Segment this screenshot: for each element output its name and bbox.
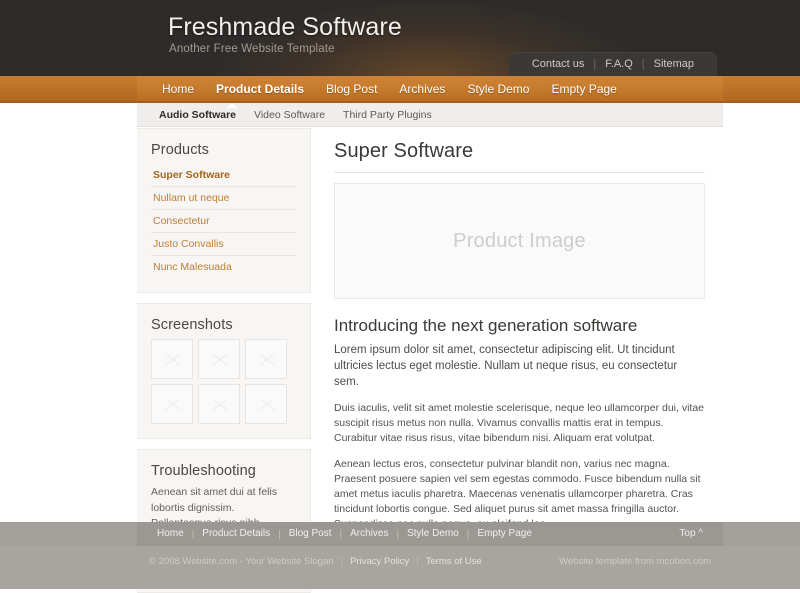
nav-item-home[interactable]: Home bbox=[151, 76, 205, 103]
active-nav-pointer-icon bbox=[226, 103, 238, 108]
footer-nav-archives[interactable]: Archives bbox=[342, 522, 396, 546]
screenshot-thumbnail[interactable] bbox=[245, 339, 287, 379]
header-content: Freshmade Software Another Free Website … bbox=[137, 0, 723, 76]
subnav-item-third-party-plugins[interactable]: Third Party Plugins bbox=[334, 103, 441, 127]
product-link-consectetur[interactable]: Consectetur bbox=[151, 210, 296, 232]
sidebar-panel-gap-1 bbox=[137, 293, 311, 303]
footer-nav-home[interactable]: Home bbox=[149, 522, 192, 546]
copyright-band: © 2008 Website.com - Your Website Slogan… bbox=[0, 546, 800, 589]
subnav-item-video-software[interactable]: Video Software bbox=[245, 103, 334, 127]
template-credit: Website template from mcobon.com bbox=[559, 555, 711, 567]
site-tagline: Another Free Website Template bbox=[169, 43, 335, 55]
nav-item-archives[interactable]: Archives bbox=[388, 76, 456, 103]
products-list: Super Software Nullam ut neque Consectet… bbox=[151, 164, 296, 278]
main-navigation: Home Product Details Blog Post Archives … bbox=[137, 76, 723, 103]
navbar-right-edge bbox=[723, 76, 800, 101]
footer-left-edge bbox=[0, 522, 137, 546]
top-link-faq[interactable]: F.A.Q bbox=[596, 52, 642, 76]
product-link-super-software[interactable]: Super Software bbox=[151, 164, 296, 186]
title-divider bbox=[334, 172, 705, 173]
back-to-top-link[interactable]: Top ^ bbox=[671, 522, 711, 546]
list-item: Justo Convallis bbox=[151, 233, 296, 256]
footer-navigation-bar: Home | Product Details | Blog Post | Arc… bbox=[0, 522, 800, 546]
nav-item-style-demo[interactable]: Style Demo bbox=[456, 76, 540, 103]
product-link-nunc-malesuada[interactable]: Nunc Malesuada bbox=[151, 256, 296, 278]
screenshot-thumbnail[interactable] bbox=[151, 339, 193, 379]
list-item: Super Software bbox=[151, 164, 296, 187]
list-item: Consectetur bbox=[151, 210, 296, 233]
footer-right-edge bbox=[723, 522, 800, 546]
screenshot-thumbnail-grid bbox=[151, 339, 296, 424]
product-link-nullam-ut-neque[interactable]: Nullam ut neque bbox=[151, 187, 296, 209]
products-heading: Products bbox=[151, 142, 210, 158]
product-image-placeholder: Product Image bbox=[334, 183, 705, 299]
privacy-policy-link[interactable]: Privacy Policy bbox=[350, 556, 409, 567]
body-paragraph-1: Duis iaculis, velit sit amet molestie sc… bbox=[334, 402, 705, 444]
footer-nav-blog-post[interactable]: Blog Post bbox=[281, 522, 340, 546]
main-content: Super Software Product Image Introducing… bbox=[312, 128, 723, 557]
screenshots-heading: Screenshots bbox=[151, 317, 233, 333]
site-header: Freshmade Software Another Free Website … bbox=[0, 0, 800, 76]
sidebar-panel-gap-2 bbox=[137, 439, 311, 449]
utility-links: Contact us | F.A.Q | Sitemap bbox=[508, 52, 717, 76]
navbar-left-edge bbox=[0, 76, 137, 101]
lead-heading: Introducing the next generation software bbox=[334, 316, 638, 335]
screenshot-thumbnail[interactable] bbox=[245, 384, 287, 424]
sidebar-panel-screenshots: Screenshots bbox=[137, 303, 311, 439]
footer-nav-style-demo[interactable]: Style Demo bbox=[399, 522, 467, 546]
terms-of-use-link[interactable]: Terms of Use bbox=[426, 556, 482, 567]
content-wrapper: Audio Software Video Software Third Part… bbox=[137, 103, 723, 593]
list-item: Nunc Malesuada bbox=[151, 256, 296, 278]
copyright-separator-2: | bbox=[416, 555, 419, 567]
nav-item-empty-page[interactable]: Empty Page bbox=[540, 76, 627, 103]
main-navigation-bar: Home Product Details Blog Post Archives … bbox=[0, 76, 800, 103]
nav-item-product-details[interactable]: Product Details bbox=[205, 76, 315, 103]
screenshot-thumbnail[interactable] bbox=[198, 339, 240, 379]
footer-nav-product-details[interactable]: Product Details bbox=[194, 522, 278, 546]
screenshot-thumbnail[interactable] bbox=[198, 384, 240, 424]
lead-paragraph: Lorem ipsum dolor sit amet, consectetur … bbox=[334, 344, 678, 388]
body-paragraph-2: Aenean lectus eros, consectetur pulvinar… bbox=[334, 458, 701, 530]
copyright-content: © 2008 Website.com - Your Website Slogan… bbox=[137, 546, 723, 576]
copyright-separator-1: | bbox=[340, 555, 344, 567]
nav-item-blog-post[interactable]: Blog Post bbox=[315, 76, 388, 103]
top-link-contact-us[interactable]: Contact us bbox=[523, 52, 594, 76]
sidebar-panel-products: Products Super Software Nullam ut neque … bbox=[137, 128, 311, 293]
product-image-label: Product Image bbox=[453, 229, 586, 252]
troubleshooting-heading: Troubleshooting bbox=[151, 463, 256, 479]
sub-navigation: Audio Software Video Software Third Part… bbox=[137, 103, 723, 127]
list-item: Nullam ut neque bbox=[151, 187, 296, 210]
top-link-sitemap[interactable]: Sitemap bbox=[645, 52, 703, 76]
screenshot-thumbnail[interactable] bbox=[151, 384, 193, 424]
site-title: Freshmade Software bbox=[168, 13, 402, 41]
footer-navigation: Home | Product Details | Blog Post | Arc… bbox=[137, 522, 723, 546]
product-link-justo-convallis[interactable]: Justo Convallis bbox=[151, 233, 296, 255]
copyright-text: © 2008 Website.com - Your Website Slogan bbox=[149, 555, 334, 567]
footer-nav-empty-page[interactable]: Empty Page bbox=[469, 522, 539, 546]
page-title: Super Software bbox=[334, 140, 474, 162]
